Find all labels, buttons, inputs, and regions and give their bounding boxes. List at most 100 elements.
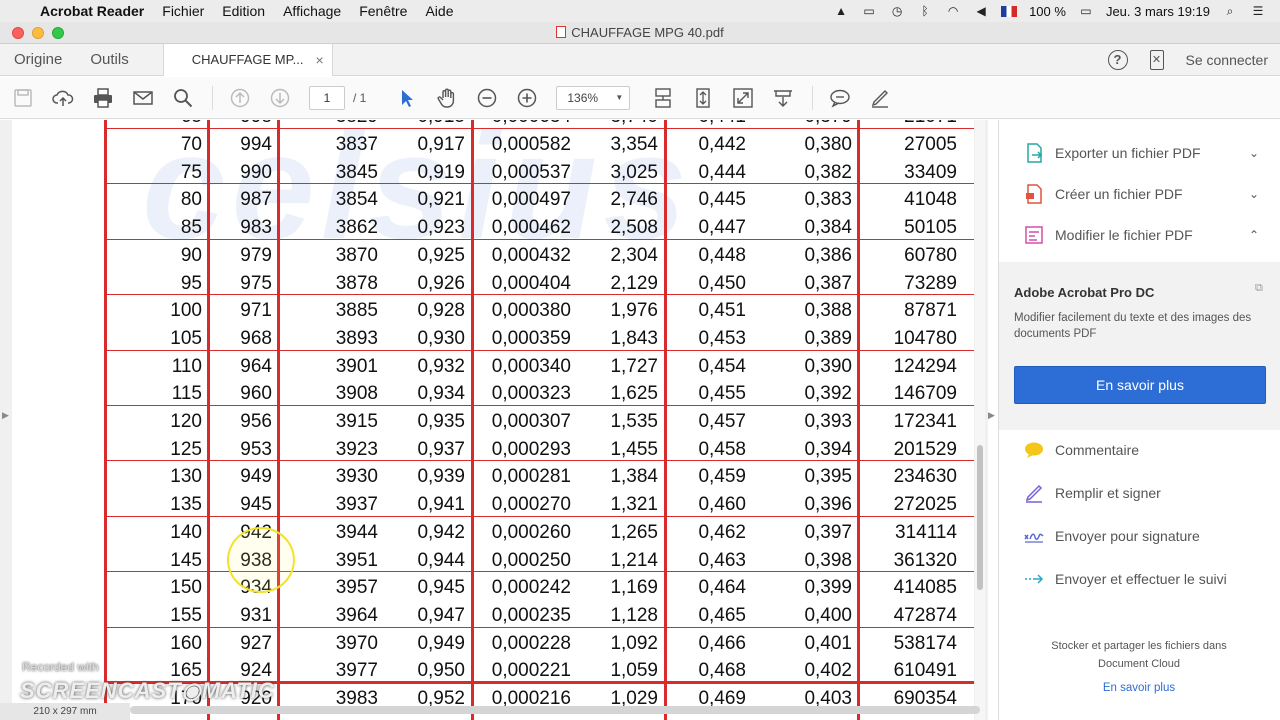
zoom-select[interactable]: 136% ▼: [556, 85, 631, 110]
battery-text[interactable]: 100 %: [1029, 4, 1066, 19]
full-screen-icon[interactable]: [732, 87, 754, 109]
panel-export-pdf[interactable]: Exporter un fichier PDF ⌄: [1023, 142, 1259, 164]
panel-send-signature[interactable]: Envoyer pour signature: [1023, 525, 1259, 547]
right-panel-toggle-icon[interactable]: ▶: [988, 410, 995, 421]
table-cell: 0,937: [417, 438, 465, 460]
table-cell: 0,465: [698, 604, 746, 626]
table-cell: 0,464: [698, 577, 746, 599]
table-cell: 0,453: [698, 327, 746, 349]
signin-link[interactable]: Se connecter: [1186, 52, 1269, 68]
table-cell: 983: [240, 217, 272, 239]
zoom-in-icon[interactable]: [516, 87, 538, 109]
table-cell: 0,000235: [491, 604, 571, 626]
menu-fenetre[interactable]: Fenêtre: [359, 3, 407, 19]
table-cell: 0,919: [417, 161, 465, 183]
table-cell: 0,388: [804, 300, 852, 322]
panel-create-pdf[interactable]: Créer un fichier PDF ⌄: [1023, 183, 1259, 205]
menu-edition[interactable]: Edition: [222, 3, 265, 19]
table-cell: 3,025: [610, 161, 658, 183]
horizontal-scrollbar[interactable]: [130, 706, 980, 714]
battery-icon: ▭: [1080, 4, 1092, 18]
panel-comment[interactable]: Commentaire: [1023, 439, 1259, 461]
table-cell: 3923: [335, 438, 378, 460]
panel-send-track[interactable]: Envoyer et effectuer le suivi: [1023, 568, 1259, 590]
table-cell: 80: [180, 189, 202, 211]
table-cell: 33409: [904, 161, 957, 183]
left-panel-toggle-icon[interactable]: ▶: [2, 410, 9, 421]
wifi-icon[interactable]: ◠: [945, 4, 961, 18]
table-cell: 124294: [893, 355, 957, 377]
email-icon[interactable]: [132, 87, 154, 109]
previous-page-icon[interactable]: [229, 87, 251, 109]
vertical-scrollbar-thumb[interactable]: [977, 445, 983, 590]
comment-label: Commentaire: [1055, 442, 1140, 458]
table-cell: 3901: [335, 355, 378, 377]
table-cell: 105: [170, 327, 202, 349]
close-tab-icon[interactable]: ×: [316, 52, 324, 68]
menu-affichage[interactable]: Affichage: [283, 3, 341, 19]
hand-tool-icon[interactable]: [436, 87, 458, 109]
table-cell: 0,000228: [491, 632, 571, 654]
zoom-window-button[interactable]: [52, 26, 64, 39]
table-cell: 3930: [335, 466, 378, 488]
table-cell: 0,468: [698, 660, 746, 682]
mobile-link-icon[interactable]: ✕: [1149, 49, 1164, 70]
menu-aide[interactable]: Aide: [425, 3, 453, 19]
table-cell: 0,935: [417, 411, 465, 432]
table-cell: 0,396: [804, 494, 852, 516]
zoom-out-icon[interactable]: [476, 87, 498, 109]
spotlight-icon[interactable]: ⌕: [1222, 4, 1238, 18]
app-menu[interactable]: Acrobat Reader: [40, 3, 144, 19]
learn-more-button[interactable]: En savoir plus: [1014, 366, 1266, 404]
flag-fr-icon[interactable]: [1001, 5, 1018, 17]
vertical-scrollbar[interactable]: [975, 120, 985, 720]
cloud-upload-icon[interactable]: [52, 87, 74, 109]
table-cell: 0,386: [804, 244, 852, 266]
table-cell: 0,402: [804, 660, 852, 682]
timemachine-icon[interactable]: ◷: [889, 4, 905, 18]
table-cell: 2,508: [610, 217, 658, 239]
table-cell: 0,400: [804, 604, 852, 626]
help-icon[interactable]: ?: [1107, 49, 1128, 70]
chevron-down-icon: ⌄: [1248, 187, 1259, 201]
menu-fichier[interactable]: Fichier: [162, 3, 204, 19]
table-cell: 3837: [335, 134, 378, 155]
table-cell: 414085: [893, 577, 957, 599]
tab-tools[interactable]: Outils: [76, 51, 142, 68]
print-icon[interactable]: [92, 87, 114, 109]
drive-icon[interactable]: ▲: [833, 4, 849, 18]
table-cell: 3977: [335, 660, 378, 682]
table-cell: 968: [240, 327, 272, 349]
comment-icon[interactable]: [829, 87, 851, 109]
select-arrow-icon[interactable]: [396, 87, 418, 109]
notifications-icon[interactable]: ☰: [1250, 4, 1266, 18]
airplay-icon[interactable]: ▭: [861, 4, 877, 18]
page-total: / 1: [353, 90, 367, 105]
bluetooth-icon[interactable]: ᛒ: [917, 4, 933, 18]
table-cell: 0,000404: [491, 272, 571, 294]
next-page-icon[interactable]: [269, 87, 291, 109]
volume-icon[interactable]: ◀: [973, 4, 989, 18]
document-cloud-learn-more-link[interactable]: En savoir plus: [1029, 682, 1249, 694]
table-cell: 960: [240, 383, 272, 405]
search-icon[interactable]: [172, 87, 194, 109]
tab-home[interactable]: Origine: [0, 51, 76, 68]
copy-icon[interactable]: ⧉: [1255, 282, 1269, 296]
panel-edit-pdf[interactable]: Modifier le fichier PDF ⌃: [1023, 224, 1259, 246]
page-number-input[interactable]: 1: [309, 85, 345, 110]
panel-fill-sign[interactable]: Remplir et signer: [1023, 482, 1259, 504]
minimize-window-button[interactable]: [32, 26, 44, 39]
table-cell: 971: [240, 300, 272, 322]
table-cell: 1,321: [610, 494, 658, 516]
save-icon[interactable]: [12, 87, 34, 109]
datetime[interactable]: Jeu. 3 mars 19:19: [1106, 4, 1210, 19]
read-mode-icon[interactable]: [772, 87, 794, 109]
highlight-pen-icon[interactable]: [869, 87, 891, 109]
close-window-button[interactable]: [12, 26, 24, 39]
table-cell: 0,942: [417, 521, 465, 543]
scroll-mode-icon[interactable]: [652, 87, 674, 109]
document-viewport[interactable]: ▶ celsius 6599838290,9150,0006343,7400,4…: [0, 120, 988, 720]
fit-page-icon[interactable]: [692, 87, 714, 109]
table-cell: 60780: [904, 244, 957, 266]
tab-document[interactable]: CHAUFFAGE MP... ×: [162, 43, 333, 76]
